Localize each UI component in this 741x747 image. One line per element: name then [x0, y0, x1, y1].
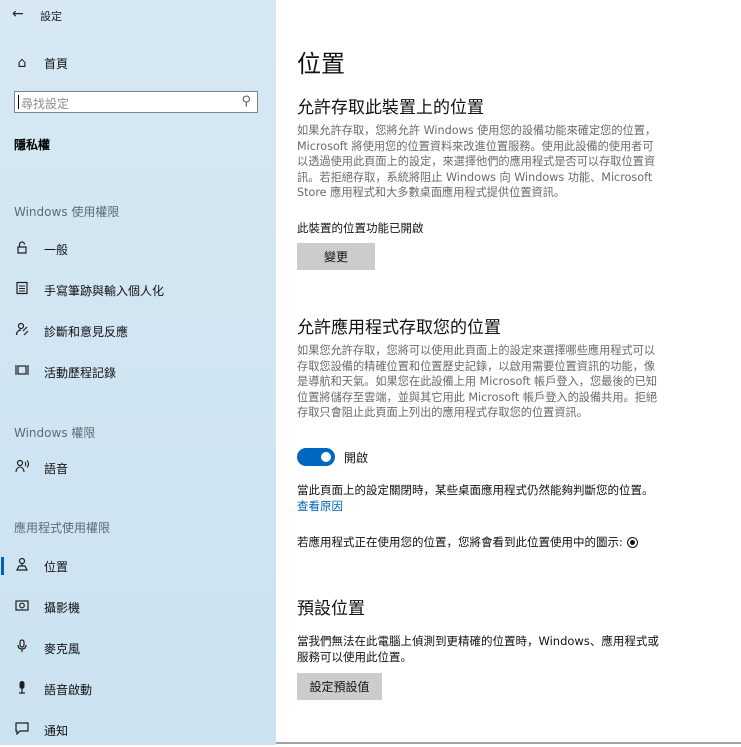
sidebar-item-label: 首頁 — [44, 56, 69, 71]
location-in-use-icon — [626, 537, 638, 548]
sidebar-item-label: 診斷和意見反應 — [44, 324, 129, 339]
section-header: Windows 使用權限 — [14, 205, 120, 219]
sidebar-item-voice-activation[interactable]: 語音啟動 — [0, 672, 276, 706]
device-location-status: 此裝置的位置功能已開啟 — [297, 221, 424, 235]
sidebar-item-diagnostics[interactable]: 診斷和意見反應 — [0, 314, 276, 348]
sidebar: ← 設定 ⌂ 首頁 尋找設定 ⚲ 隱私權 Windows 使用權限 一般 手寫筆… — [0, 0, 276, 745]
lock-icon — [12, 240, 32, 258]
location-icon — [12, 557, 32, 575]
sidebar-item-label: 語音 — [44, 461, 69, 476]
default-location-description: 當我們無法在此電腦上偵測到更精確的位置時，Windows、應用程式或 服務可以使… — [297, 634, 659, 664]
toggle-state-label: 開啟 — [344, 451, 369, 465]
main-content: 位置 允許存取此裝置上的位置 如果允許存取，您將允許 Windows 使用您的設… — [276, 0, 741, 745]
location-in-use-text: 若應用程式正在使用您的位置，您將會看到此位置使用中的圖示: — [297, 534, 638, 550]
feedback-icon — [12, 322, 32, 340]
text-caret — [18, 95, 19, 109]
set-default-button[interactable]: 設定預設值 — [297, 673, 382, 700]
timeline-icon — [12, 363, 32, 381]
sidebar-item-location[interactable]: 位置 — [0, 549, 276, 583]
app-location-toggle[interactable] — [297, 448, 335, 466]
sidebar-item-speech[interactable]: 語音 — [0, 451, 276, 485]
sidebar-item-general[interactable]: 一般 — [0, 232, 276, 266]
search-icon[interactable]: ⚲ — [241, 94, 251, 109]
notification-icon — [12, 721, 32, 739]
device-location-heading: 允許存取此裝置上的位置 — [297, 98, 484, 118]
app-location-heading: 允許應用程式存取您的位置 — [297, 318, 501, 338]
sidebar-item-microphone[interactable]: 麥克風 — [0, 631, 276, 665]
sidebar-item-camera[interactable]: 攝影機 — [0, 590, 276, 624]
home-icon: ⌂ — [17, 55, 27, 71]
change-button[interactable]: 變更 — [297, 243, 375, 270]
sidebar-item-label: 麥克風 — [44, 641, 81, 656]
toggle-knob — [321, 452, 331, 462]
voice-activation-icon — [12, 680, 32, 698]
sidebar-item-label: 通知 — [44, 723, 69, 738]
desktop-apps-note: 當此頁面上的設定關閉時，某些桌面應用程式仍然能夠判斷您的位置。 — [297, 483, 654, 497]
section-header: Windows 權限 — [14, 426, 96, 440]
notepad-icon — [12, 281, 32, 299]
search-input[interactable]: 尋找設定 ⚲ — [14, 91, 258, 113]
section-header: 應用程式使用權限 — [14, 521, 111, 535]
sidebar-item-home[interactable]: ⌂ 首頁 — [0, 46, 276, 80]
sidebar-item-label: 語音啟動 — [44, 682, 93, 697]
back-arrow-icon[interactable]: ← — [12, 6, 24, 22]
sidebar-item-label: 一般 — [44, 242, 69, 257]
app-location-description: 如果您允許存取，您將可以使用此頁面上的設定來選擇哪些應用程式可以 存取您設備的精… — [297, 344, 658, 419]
sidebar-item-inking-typing[interactable]: 手寫筆跡與輸入個人化 — [0, 273, 276, 307]
sidebar-item-label: 手寫筆跡與輸入個人化 — [44, 283, 165, 298]
sidebar-item-label: 位置 — [44, 559, 69, 574]
sidebar-item-activity-history[interactable]: 活動歷程記錄 — [0, 355, 276, 389]
bottom-edge-divider — [276, 742, 741, 744]
learn-why-link[interactable]: 查看原因 — [297, 498, 343, 514]
device-location-description: 如果允許存取，您將允許 Windows 使用您的設備功能來確定您的位置， Mic… — [297, 124, 657, 199]
category-title: 隱私權 — [14, 138, 51, 152]
page-title: 位置 — [297, 50, 345, 78]
sidebar-item-label: 攝影機 — [44, 600, 81, 615]
sidebar-item-notifications[interactable]: 通知 — [0, 713, 276, 747]
sidebar-item-label: 活動歷程記錄 — [44, 365, 117, 380]
search-placeholder: 尋找設定 — [21, 97, 70, 111]
microphone-icon — [12, 639, 32, 657]
speech-icon — [12, 459, 32, 477]
window-title: 設定 — [40, 10, 62, 23]
default-location-heading: 預設位置 — [297, 599, 365, 619]
camera-icon — [12, 598, 32, 616]
